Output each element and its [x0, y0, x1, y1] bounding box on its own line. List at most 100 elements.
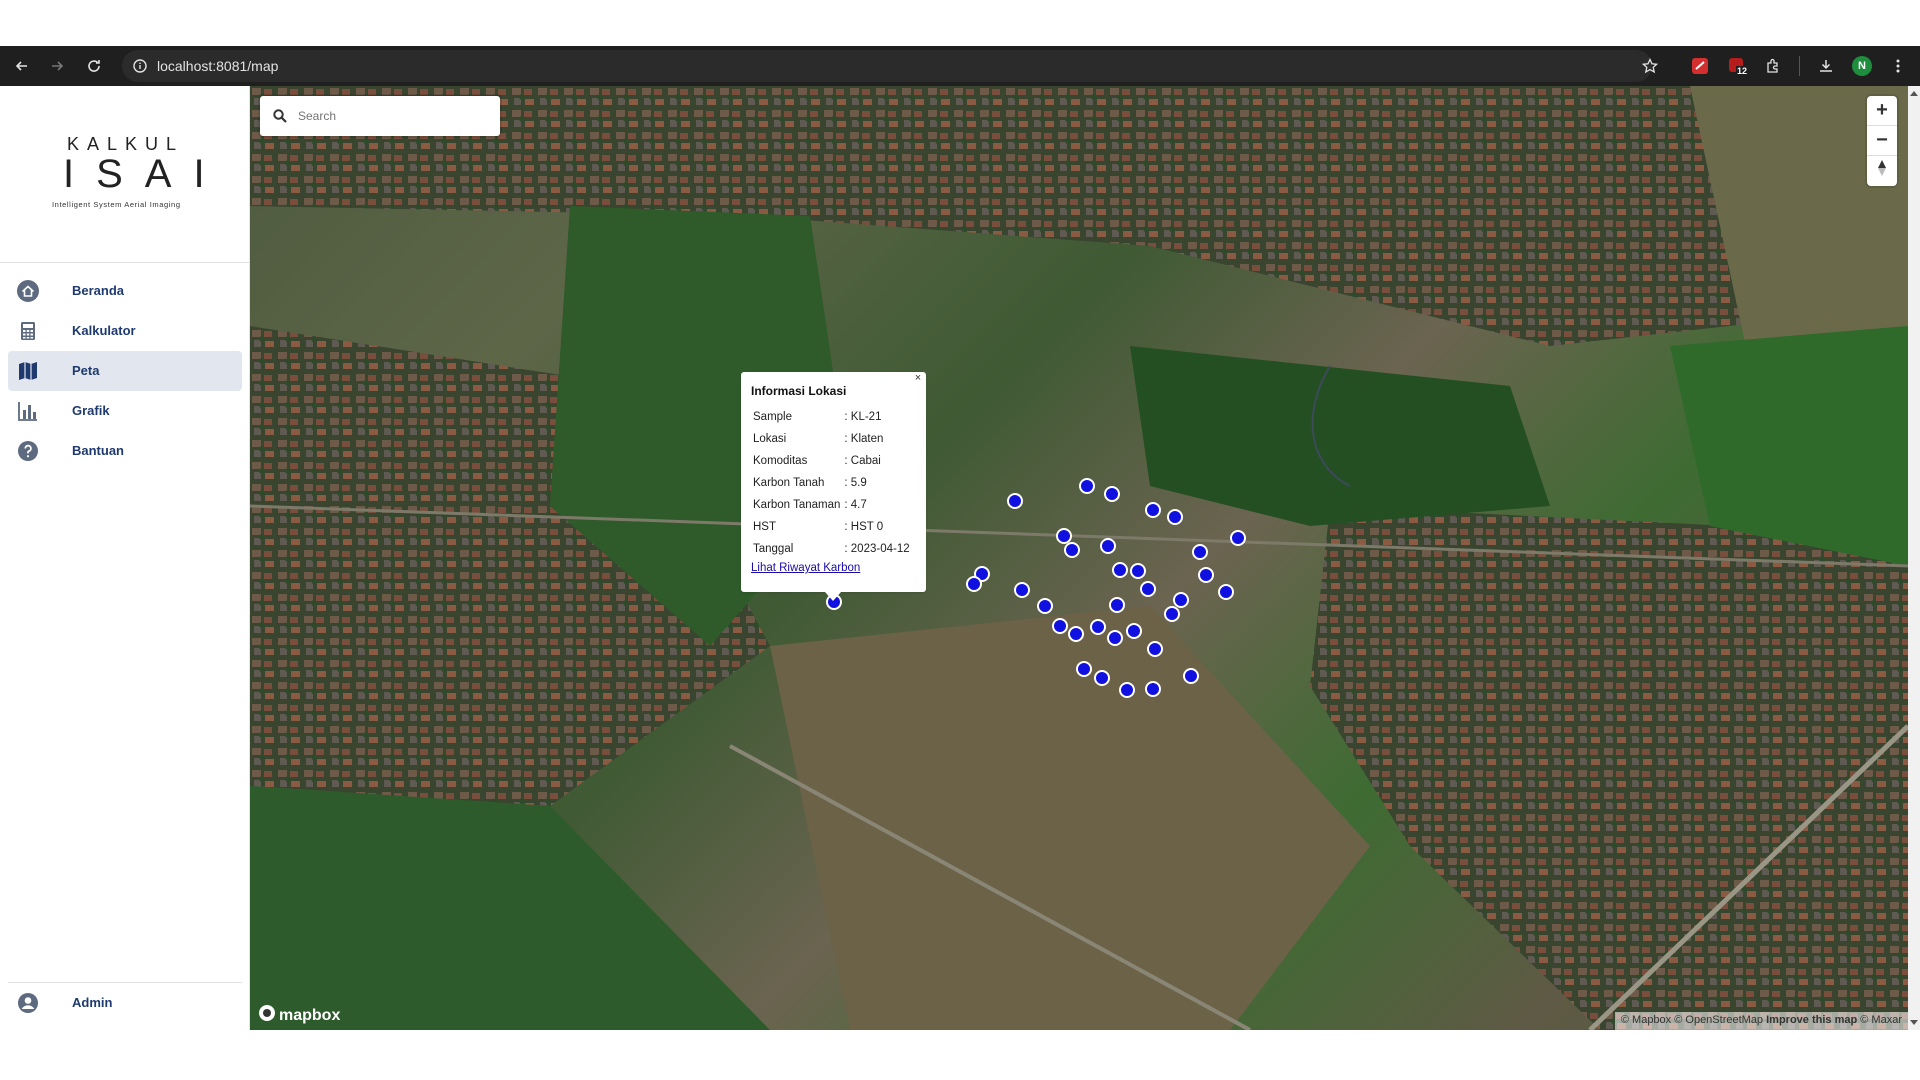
popup-row-value: : 2023-04-12: [844, 543, 910, 555]
sample-marker[interactable]: [1037, 598, 1053, 614]
popup-row: Tanggal : 2023-04-12: [751, 538, 912, 560]
sample-marker[interactable]: [1198, 567, 1214, 583]
sidebar-item-beranda[interactable]: Beranda: [8, 271, 242, 311]
attribution-improve[interactable]: Improve this map: [1766, 1014, 1857, 1026]
sample-marker[interactable]: [1147, 641, 1163, 657]
sidebar-item-admin[interactable]: Admin: [8, 983, 242, 1023]
browser-toolbar: localhost:8081/map 12 N: [0, 46, 1920, 86]
extension-red-icon[interactable]: [1689, 55, 1711, 77]
browser-menu-icon[interactable]: [1887, 55, 1909, 77]
reload-icon[interactable]: [82, 54, 106, 78]
sidebar-item-kalkulator[interactable]: Kalkulator: [8, 311, 242, 351]
sample-marker[interactable]: [1218, 584, 1234, 600]
attribution-osm[interactable]: © OpenStreetMap: [1674, 1014, 1763, 1026]
download-icon[interactable]: [1815, 55, 1837, 77]
sidebar-divider: [0, 262, 250, 263]
popup-row-label: Sample: [753, 411, 792, 423]
home-icon: [16, 279, 40, 303]
popup-row-value: : Klaten: [844, 433, 884, 445]
sample-marker[interactable]: [1076, 661, 1092, 677]
sample-marker[interactable]: [1068, 626, 1084, 642]
satellite-map[interactable]: + − × Informasi Lokasi Sample : KL-21 Lok…: [250, 86, 1908, 1030]
sample-marker[interactable]: [1094, 670, 1110, 686]
mapbox-logo[interactable]: mapbox: [258, 1004, 340, 1027]
sample-marker[interactable]: [1107, 630, 1123, 646]
sample-marker[interactable]: [1164, 606, 1180, 622]
sample-marker[interactable]: [1230, 530, 1246, 546]
sidebar-item-label: Peta: [72, 363, 100, 378]
profile-initial: N: [1852, 56, 1872, 76]
top-margin: [0, 0, 1920, 46]
sidebar-item-label: Beranda: [72, 283, 125, 298]
sample-marker[interactable]: [1167, 509, 1183, 525]
sample-marker[interactable]: [1145, 681, 1161, 697]
search-input[interactable]: [298, 106, 488, 126]
logo-line2: ISAI: [63, 152, 227, 196]
sample-marker[interactable]: [1145, 502, 1161, 518]
sample-marker[interactable]: [1100, 538, 1116, 554]
sample-marker[interactable]: [1109, 597, 1125, 613]
popup-row-label: HST: [753, 521, 776, 533]
sample-marker[interactable]: [1007, 493, 1023, 509]
sample-marker[interactable]: [1173, 592, 1189, 608]
mapbox-logo-icon: [258, 1004, 276, 1027]
site-info-icon[interactable]: [132, 58, 148, 79]
popup-row-value: : Cabai: [844, 455, 881, 467]
sample-marker[interactable]: [966, 576, 982, 592]
sidebar-item-label: Bantuan: [72, 443, 124, 458]
popup-info-table: Sample : KL-21 Lokasi : Klaten Komoditas : …: [751, 406, 912, 560]
sample-marker[interactable]: [1140, 581, 1156, 597]
sample-marker[interactable]: [1079, 478, 1095, 494]
sample-marker[interactable]: [1183, 668, 1199, 684]
sidebar-item-bantuan[interactable]: Bantuan: [8, 431, 242, 471]
url-text: localhost:8081/map: [157, 58, 279, 74]
sample-marker[interactable]: [1130, 563, 1146, 579]
popup-row: Sample : KL-21: [751, 406, 912, 428]
map-attribution: © Mapbox © OpenStreetMap Improve this ma…: [1614, 1012, 1908, 1030]
extension-badge-icon[interactable]: 12: [1726, 55, 1749, 77]
sample-marker[interactable]: [1052, 618, 1068, 634]
map-search[interactable]: [260, 96, 500, 136]
popup-row-label: Karbon Tanah: [753, 477, 825, 489]
attribution-mapbox[interactable]: © Mapbox: [1621, 1014, 1671, 1026]
popup-row: Karbon Tanah: 5.9: [751, 472, 912, 494]
sample-marker[interactable]: [1126, 623, 1142, 639]
popup-row: Karbon Tanaman: 4.7: [751, 494, 912, 516]
carbon-history-link[interactable]: Lihat Riwayat Karbon: [751, 562, 916, 574]
popup-row-value: : HST 0: [844, 521, 884, 533]
popup-title: Informasi Lokasi: [751, 384, 847, 398]
sample-marker[interactable]: [1112, 562, 1128, 578]
zoom-in-button[interactable]: +: [1867, 96, 1897, 126]
popup-row-value: : KL-21: [844, 411, 882, 423]
sample-marker[interactable]: [1119, 682, 1135, 698]
sample-marker[interactable]: [1104, 486, 1120, 502]
popup-row-label: Lokasi: [753, 433, 787, 445]
app-logo: KALKUL ISAI Intelligent System Aerial Im…: [45, 134, 205, 224]
sample-marker[interactable]: [1192, 544, 1208, 560]
zoom-out-button[interactable]: −: [1867, 126, 1897, 156]
sample-marker[interactable]: [1064, 542, 1080, 558]
extensions-puzzle-icon[interactable]: [1762, 55, 1784, 77]
bookmark-star-icon[interactable]: [1639, 55, 1661, 77]
logo-subtitle: Intelligent System Aerial Imaging: [52, 200, 181, 209]
popup-row-label: Tanggal: [753, 543, 794, 555]
sidebar-item-peta[interactable]: Peta: [8, 351, 242, 391]
forward-icon[interactable]: [45, 54, 69, 78]
back-icon[interactable]: [10, 54, 34, 78]
popup-row: Komoditas : Cabai: [751, 450, 912, 472]
sidebar: KALKUL ISAI Intelligent System Aerial Im…: [0, 86, 250, 1030]
map-navigation-control: + −: [1867, 96, 1897, 186]
attribution-maxar[interactable]: © Maxar: [1860, 1014, 1902, 1026]
page-scrollbar[interactable]: [1908, 86, 1920, 1030]
mapbox-logo-text: mapbox: [279, 1006, 341, 1024]
profile-avatar[interactable]: N: [1851, 55, 1873, 77]
compass-button[interactable]: [1867, 156, 1897, 186]
popup-row-value: : 4.7: [844, 499, 867, 511]
sample-marker[interactable]: [1014, 582, 1030, 598]
sidebar-item-grafik[interactable]: Grafik: [8, 391, 242, 431]
address-bar[interactable]: localhost:8081/map: [122, 50, 1652, 82]
account-icon: [16, 991, 40, 1015]
popup-row-label: Komoditas: [753, 455, 808, 467]
sample-marker[interactable]: [1090, 619, 1106, 635]
popup-close-button[interactable]: ×: [910, 372, 926, 388]
